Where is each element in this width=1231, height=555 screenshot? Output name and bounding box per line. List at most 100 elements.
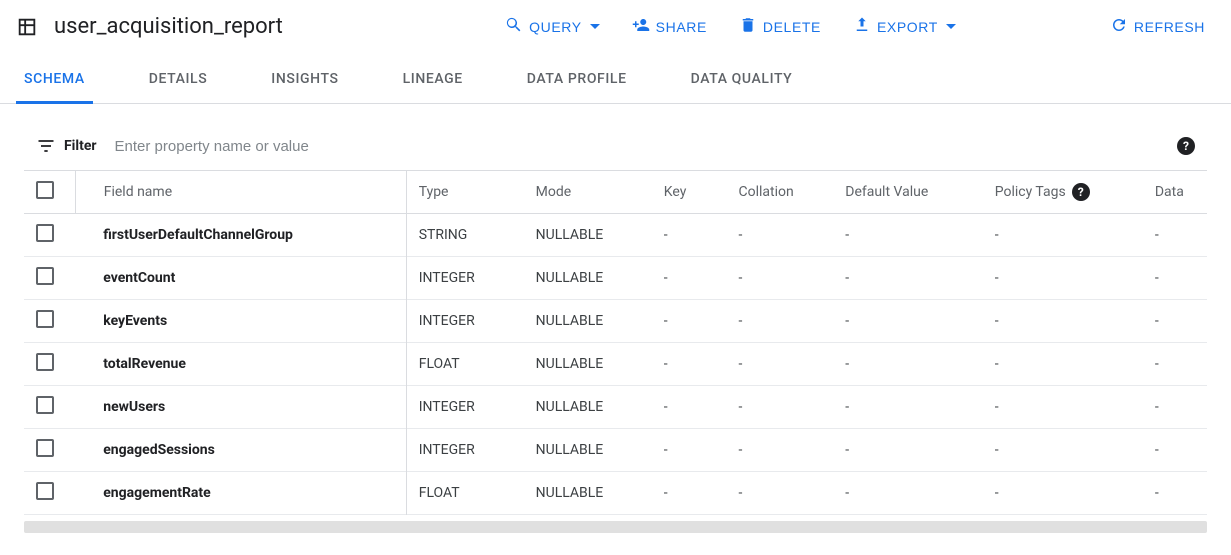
query-button[interactable]: QUERY (495, 10, 610, 43)
cell-collation: - (726, 472, 833, 515)
cell-policy-tags: - (983, 257, 1143, 300)
row-checkbox[interactable] (36, 482, 54, 500)
refresh-icon (1110, 16, 1128, 37)
cell-key: - (652, 300, 727, 343)
row-checkbox-cell (24, 214, 75, 257)
cell-default: - (833, 214, 982, 257)
cell-data: - (1143, 429, 1207, 472)
cell-default: - (833, 300, 982, 343)
cell-type: FLOAT (406, 343, 523, 386)
header-policy-tags-label: Policy Tags (995, 184, 1066, 200)
help-icon[interactable]: ? (1072, 183, 1090, 201)
row-checkbox-cell (24, 429, 75, 472)
filter-input[interactable] (113, 137, 1177, 156)
cell-mode: NULLABLE (524, 386, 652, 429)
cell-default: - (833, 257, 982, 300)
cell-policy-tags: - (983, 214, 1143, 257)
cell-field-name: eventCount (75, 257, 406, 300)
schema-table-wrap: Field name Type Mode Key Collation Defau… (24, 170, 1207, 515)
page-title: user_acquisition_report (54, 14, 283, 39)
header-policy-tags[interactable]: Policy Tags ? (983, 171, 1143, 214)
cell-policy-tags: - (983, 472, 1143, 515)
refresh-button[interactable]: REFRESH (1100, 10, 1215, 43)
cell-policy-tags: - (983, 300, 1143, 343)
filter-label: Filter (64, 138, 97, 154)
tab-details[interactable]: DETAILS (141, 57, 216, 104)
refresh-label: REFRESH (1134, 19, 1205, 35)
select-all-checkbox[interactable] (36, 181, 54, 199)
cell-field-name: engagedSessions (75, 429, 406, 472)
cell-type: INTEGER (406, 386, 523, 429)
header-mode[interactable]: Mode (524, 171, 652, 214)
cell-key: - (652, 472, 727, 515)
cell-mode: NULLABLE (524, 343, 652, 386)
cell-type: INTEGER (406, 300, 523, 343)
export-button[interactable]: EXPORT (843, 10, 966, 43)
cell-mode: NULLABLE (524, 257, 652, 300)
cell-key: - (652, 214, 727, 257)
row-checkbox[interactable] (36, 439, 54, 457)
header-key[interactable]: Key (652, 171, 727, 214)
share-button[interactable]: SHARE (622, 10, 717, 43)
header-collation[interactable]: Collation (726, 171, 833, 214)
row-checkbox[interactable] (36, 310, 54, 328)
row-checkbox[interactable] (36, 224, 54, 242)
cell-collation: - (726, 429, 833, 472)
row-checkbox-cell (24, 343, 75, 386)
header-default-value[interactable]: Default Value (833, 171, 982, 214)
cell-type: FLOAT (406, 472, 523, 515)
chevron-down-icon (590, 24, 600, 29)
cell-policy-tags: - (983, 343, 1143, 386)
delete-label: DELETE (763, 19, 821, 35)
table-header-row: Field name Type Mode Key Collation Defau… (24, 171, 1207, 214)
cell-data: - (1143, 343, 1207, 386)
row-checkbox-cell (24, 472, 75, 515)
row-checkbox-cell (24, 257, 75, 300)
filter-icon (36, 136, 56, 156)
cell-policy-tags: - (983, 386, 1143, 429)
cell-field-name: firstUserDefaultChannelGroup (75, 214, 406, 257)
tab-schema[interactable]: SCHEMA (16, 57, 93, 104)
row-checkbox[interactable] (36, 267, 54, 285)
row-checkbox-cell (24, 300, 75, 343)
cell-field-name: engagementRate (75, 472, 406, 515)
export-label: EXPORT (877, 19, 938, 35)
help-icon[interactable]: ? (1177, 137, 1195, 155)
table-row: engagedSessionsINTEGERNULLABLE----- (24, 429, 1207, 472)
tab-lineage[interactable]: LINEAGE (395, 57, 471, 104)
cell-type: STRING (406, 214, 523, 257)
tab-insights[interactable]: INSIGHTS (263, 57, 346, 104)
cell-field-name: keyEvents (75, 300, 406, 343)
table-row: totalRevenueFLOATNULLABLE----- (24, 343, 1207, 386)
cell-mode: NULLABLE (524, 429, 652, 472)
table-row: firstUserDefaultChannelGroupSTRINGNULLAB… (24, 214, 1207, 257)
filter-row: Filter ? (24, 128, 1207, 170)
toolbar: user_acquisition_report QUERY SHARE DELE… (0, 0, 1231, 57)
cell-mode: NULLABLE (524, 300, 652, 343)
share-label: SHARE (656, 19, 707, 35)
row-checkbox[interactable] (36, 396, 54, 414)
row-checkbox[interactable] (36, 353, 54, 371)
table-icon (16, 16, 38, 38)
chevron-down-icon (946, 24, 956, 29)
header-type[interactable]: Type (406, 171, 523, 214)
tab-data-quality[interactable]: DATA QUALITY (683, 57, 801, 104)
cell-data: - (1143, 214, 1207, 257)
tabs: SCHEMA DETAILS INSIGHTS LINEAGE DATA PRO… (0, 57, 1231, 104)
export-icon (853, 16, 871, 37)
header-field-name[interactable]: Field name (75, 171, 406, 214)
tab-data-profile[interactable]: DATA PROFILE (519, 57, 635, 104)
schema-content: Filter ? Field name Type Mode Key Collat… (0, 104, 1231, 533)
cell-field-name: newUsers (75, 386, 406, 429)
cell-mode: NULLABLE (524, 214, 652, 257)
cell-collation: - (726, 386, 833, 429)
trash-icon (739, 16, 757, 37)
delete-button[interactable]: DELETE (729, 10, 831, 43)
horizontal-scrollbar[interactable] (24, 521, 1207, 533)
table-row: keyEventsINTEGERNULLABLE----- (24, 300, 1207, 343)
query-label: QUERY (529, 19, 582, 35)
cell-key: - (652, 429, 727, 472)
header-data[interactable]: Data (1143, 171, 1207, 214)
row-checkbox-cell (24, 386, 75, 429)
cell-default: - (833, 386, 982, 429)
